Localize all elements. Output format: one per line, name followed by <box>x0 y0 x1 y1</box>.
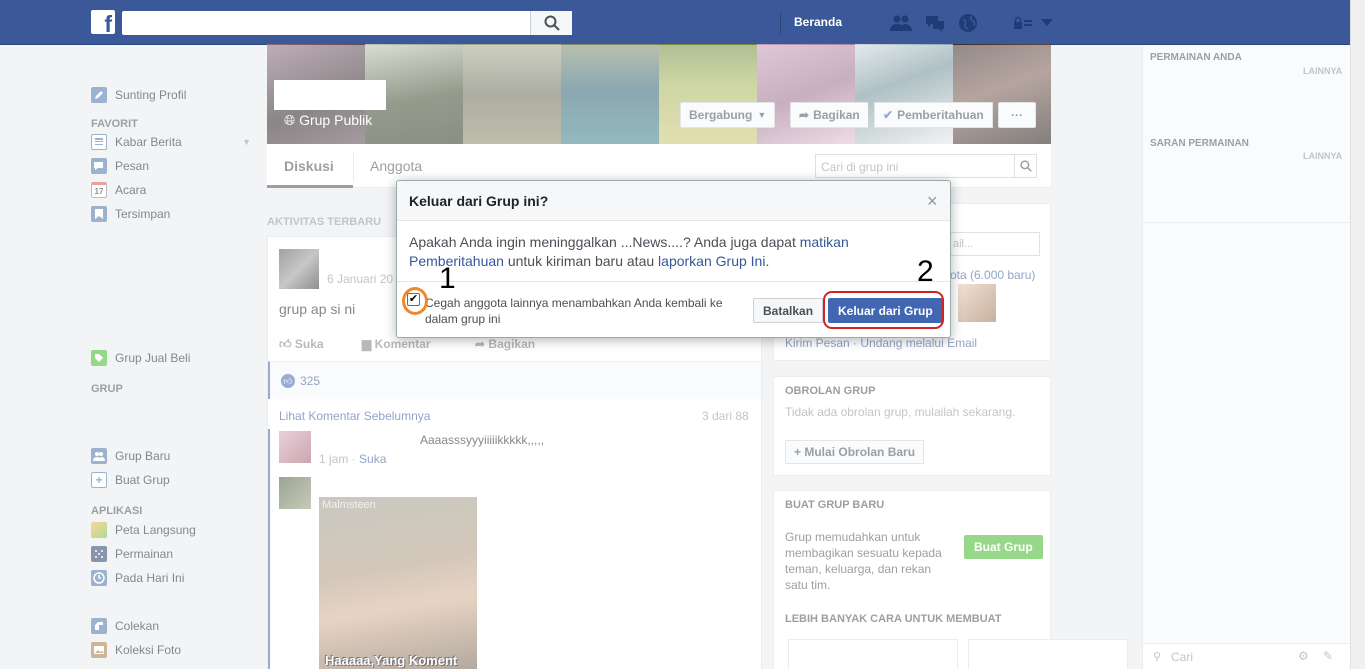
facebook-logo-icon[interactable]: f <box>91 10 115 34</box>
friend-requests-icon[interactable] <box>890 14 912 32</box>
dialog-body: Apakah Anda ingin meninggalkan ...News..… <box>409 233 929 271</box>
topbar-divider <box>780 12 781 34</box>
step1-highlight-ring <box>402 287 428 315</box>
dialog-title: Keluar dari Grup ini? <box>409 193 549 209</box>
dialog-body-text: Apakah Anda ingin meninggalkan ...News..… <box>409 234 800 250</box>
messages-icon[interactable] <box>924 14 946 32</box>
dialog-body-text: untuk kiriman baru atau <box>503 253 659 269</box>
modal-overlay <box>0 45 1350 669</box>
step2-number: 2 <box>917 255 934 288</box>
privacy-lock-icon[interactable] <box>1012 14 1034 32</box>
home-link[interactable]: Beranda <box>794 15 842 29</box>
global-search-input[interactable] <box>122 11 572 35</box>
page-scrollbar[interactable] <box>1350 0 1365 669</box>
dialog-body-text: . <box>765 253 770 269</box>
notifications-globe-icon[interactable] <box>957 14 979 32</box>
step1-number: 1 <box>439 262 456 295</box>
close-icon[interactable]: × <box>927 191 938 212</box>
report-group-link[interactable]: laporkan Grup Ini <box>658 253 765 269</box>
cancel-button[interactable]: Batalkan <box>753 298 824 323</box>
step2-highlight-ring <box>823 291 944 329</box>
search-icon[interactable] <box>530 11 572 35</box>
checkbox-label[interactable]: Cegah anggota lainnya menambahkan Anda k… <box>425 295 745 327</box>
account-menu-chevron-down-icon[interactable] <box>1036 14 1058 32</box>
